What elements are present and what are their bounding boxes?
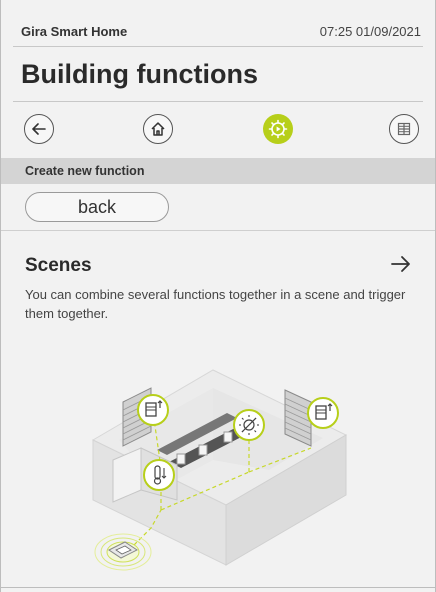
scene-illustration (91, 369, 348, 571)
arrow-left-icon (32, 123, 46, 135)
back-row: back (1, 184, 435, 230)
gear-play-icon (268, 119, 288, 139)
grid-icon (397, 122, 411, 136)
blind-icon (137, 394, 169, 426)
status-bar: Gira Smart Home 07:25 01/09/2021 (1, 0, 435, 46)
light-icon (233, 409, 265, 441)
scenes-header: Scenes (1, 231, 435, 277)
section-header: Create new function (1, 158, 435, 184)
clock: 07:25 01/09/2021 (319, 24, 421, 39)
page-title: Building functions (21, 58, 258, 89)
home-nav-button[interactable] (143, 114, 173, 144)
functions-nav-button[interactable] (263, 114, 293, 144)
nav-bar (1, 102, 435, 158)
blind-icon (307, 397, 339, 429)
back-nav-button[interactable] (24, 114, 54, 144)
thermostat-icon (143, 459, 175, 491)
app-name: Gira Smart Home (21, 24, 128, 39)
arrow-right-icon[interactable] (389, 253, 413, 275)
app-screen: Gira Smart Home 07:25 01/09/2021 Buildin… (0, 0, 436, 592)
house-icon (151, 122, 165, 136)
divider (1, 587, 435, 588)
switch-panel-icon (94, 533, 152, 571)
rooms-nav-button[interactable] (389, 114, 419, 144)
scenes-card[interactable]: Scenes You can combine several functions… (1, 231, 435, 323)
back-button[interactable]: back (25, 192, 169, 222)
scenes-title: Scenes (25, 255, 92, 276)
scenes-description: You can combine several functions togeth… (25, 287, 406, 321)
